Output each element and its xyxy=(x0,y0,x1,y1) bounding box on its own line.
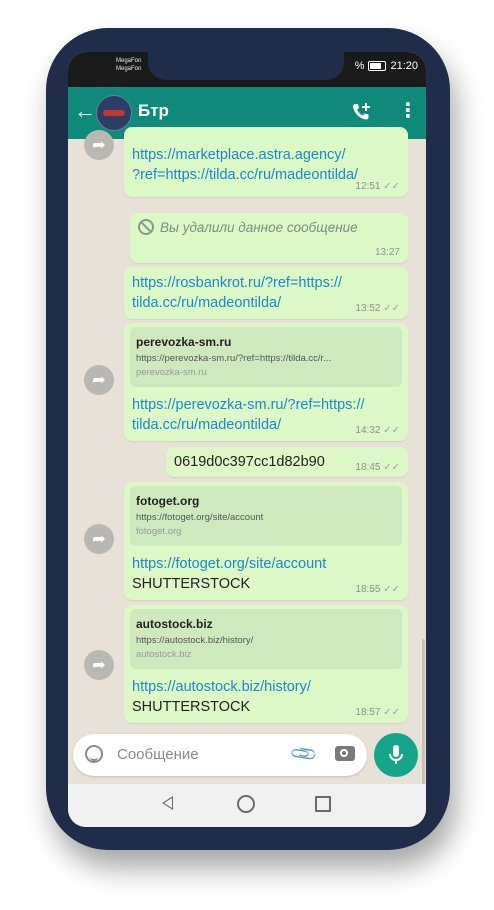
forward-icon[interactable]: ➦ xyxy=(84,365,114,395)
message-time: 13:52 ✓✓ xyxy=(355,303,400,314)
link-preview-domain: fotoget.org xyxy=(136,526,182,537)
link-preview-url: https://autostock.biz/history/ xyxy=(136,635,254,646)
link-preview-title: autostock.biz xyxy=(136,617,213,631)
status-indicators: % 21:20 xyxy=(355,60,418,72)
forward-icon[interactable]: ➦ xyxy=(84,524,114,554)
message-bubble[interactable]: https://rosbankrot.ru/?ref=https:// tild… xyxy=(124,267,408,319)
avatar[interactable] xyxy=(96,95,132,131)
message-time: 18:57 ✓✓ xyxy=(355,707,400,718)
link-preview[interactable]: perevozka-sm.ru https://perevozka-sm.ru/… xyxy=(130,327,402,387)
message-list[interactable]: ➦ https://marketplace.astra.agency/ ?ref… xyxy=(68,127,426,789)
paperclip-icon[interactable]: 📎 xyxy=(289,739,320,769)
read-receipt-icon: ✓✓ xyxy=(383,303,400,314)
status-bar: MegaFon MegaFon % 21:20 xyxy=(68,52,426,87)
message-bubble[interactable]: fotoget.org https://fotoget.org/site/acc… xyxy=(124,482,408,600)
message-input-placeholder[interactable]: Сообщение xyxy=(117,746,199,763)
battery-icon xyxy=(368,61,387,71)
message-bubble[interactable]: https://marketplace.astra.agency/ ?ref=h… xyxy=(124,127,408,197)
message-link-continued[interactable]: tilda.cc/ru/madeontilda/ xyxy=(132,415,281,435)
read-receipt-icon: ✓✓ xyxy=(383,462,400,473)
microphone-icon xyxy=(389,745,403,764)
message-time: 12:51 ✓✓ xyxy=(355,181,400,192)
read-receipt-icon: ✓✓ xyxy=(383,584,400,595)
link-preview[interactable]: autostock.biz https://autostock.biz/hist… xyxy=(130,609,402,669)
message-text: SHUTTERSTOCK xyxy=(132,699,251,715)
system-nav-bar xyxy=(68,784,426,827)
carrier-label-secondary: MegaFon xyxy=(116,66,142,72)
forward-icon[interactable]: ➦ xyxy=(84,130,114,160)
message-input[interactable]: Сообщение 📎 xyxy=(73,734,367,776)
message-link[interactable]: https://fotoget.org/site/account xyxy=(132,554,326,574)
message-bubble[interactable]: 0619d0c397cc1d82b90 18:45 ✓✓ xyxy=(166,447,408,477)
link-preview-title: perevozka-sm.ru xyxy=(136,335,232,349)
message-bubble[interactable]: autostock.biz https://autostock.biz/hist… xyxy=(124,605,408,723)
message-link-continued[interactable]: ?ref=https://tilda.cc/ru/madeontilda/ xyxy=(132,165,358,185)
message-link[interactable]: https://perevozka-sm.ru/?ref=https:// xyxy=(132,395,365,415)
more-vertical-icon[interactable]: ⋮ xyxy=(398,101,418,121)
add-call-icon[interactable] xyxy=(350,101,372,128)
mic-button[interactable] xyxy=(374,733,418,777)
message-link[interactable]: https://marketplace.astra.agency/ xyxy=(132,145,346,165)
link-preview-url: https://fotoget.org/site/account xyxy=(136,512,264,523)
arrow-left-icon[interactable]: ← xyxy=(74,99,96,123)
message-time: 18:55 ✓✓ xyxy=(355,584,400,595)
deleted-message-text: Вы удалили данное сообщение xyxy=(160,219,358,235)
chat-title[interactable]: Бтр xyxy=(138,101,169,121)
message-link-continued[interactable]: tilda.cc/ru/madeontilda/ xyxy=(132,293,281,313)
message-link[interactable]: https://autostock.biz/history/ xyxy=(132,677,311,697)
read-receipt-icon: ✓✓ xyxy=(383,707,400,718)
link-preview-title: fotoget.org xyxy=(136,494,200,508)
camera-icon[interactable] xyxy=(335,746,355,761)
message-link[interactable]: https://rosbankrot.ru/?ref=https:// xyxy=(132,273,342,293)
message-composer: Сообщение 📎 xyxy=(68,732,426,784)
emoji-icon[interactable] xyxy=(85,745,103,763)
message-text: 0619d0c397cc1d82b90 xyxy=(174,454,325,470)
battery-percent: % xyxy=(354,60,365,72)
nav-back-icon[interactable] xyxy=(162,796,173,810)
nav-home-icon[interactable] xyxy=(237,795,255,813)
link-preview-domain: autostock.biz xyxy=(136,649,192,660)
link-preview[interactable]: fotoget.org https://fotoget.org/site/acc… xyxy=(130,486,402,546)
link-preview-url: https://perevozka-sm.ru/?ref=https://til… xyxy=(136,353,332,364)
read-receipt-icon: ✓✓ xyxy=(383,425,400,436)
message-time: 14:32 ✓✓ xyxy=(355,425,400,436)
carrier-label: MegaFon xyxy=(116,58,142,64)
message-time: 13:27 xyxy=(374,247,400,258)
message-time: 18:45 ✓✓ xyxy=(355,462,400,473)
nav-recent-apps-icon[interactable] xyxy=(315,796,331,812)
message-bubble[interactable]: perevozka-sm.ru https://perevozka-sm.ru/… xyxy=(124,323,408,441)
blocked-icon xyxy=(138,219,154,235)
link-preview-domain: perevozka-sm.ru xyxy=(136,367,207,378)
deleted-message: Вы удалили данное сообщение xyxy=(138,219,358,235)
message-text: SHUTTERSTOCK xyxy=(132,576,251,592)
status-time: 21:20 xyxy=(390,60,418,72)
phone-screen: MegaFon MegaFon % 21:20 ← Бтр ⋮ ➦ https:… xyxy=(68,52,426,827)
deleted-message-bubble[interactable]: Вы удалили данное сообщение 13:27 xyxy=(130,213,408,263)
camera-notch xyxy=(148,52,344,80)
read-receipt-icon: ✓✓ xyxy=(383,181,400,192)
forward-icon[interactable]: ➦ xyxy=(84,650,114,680)
